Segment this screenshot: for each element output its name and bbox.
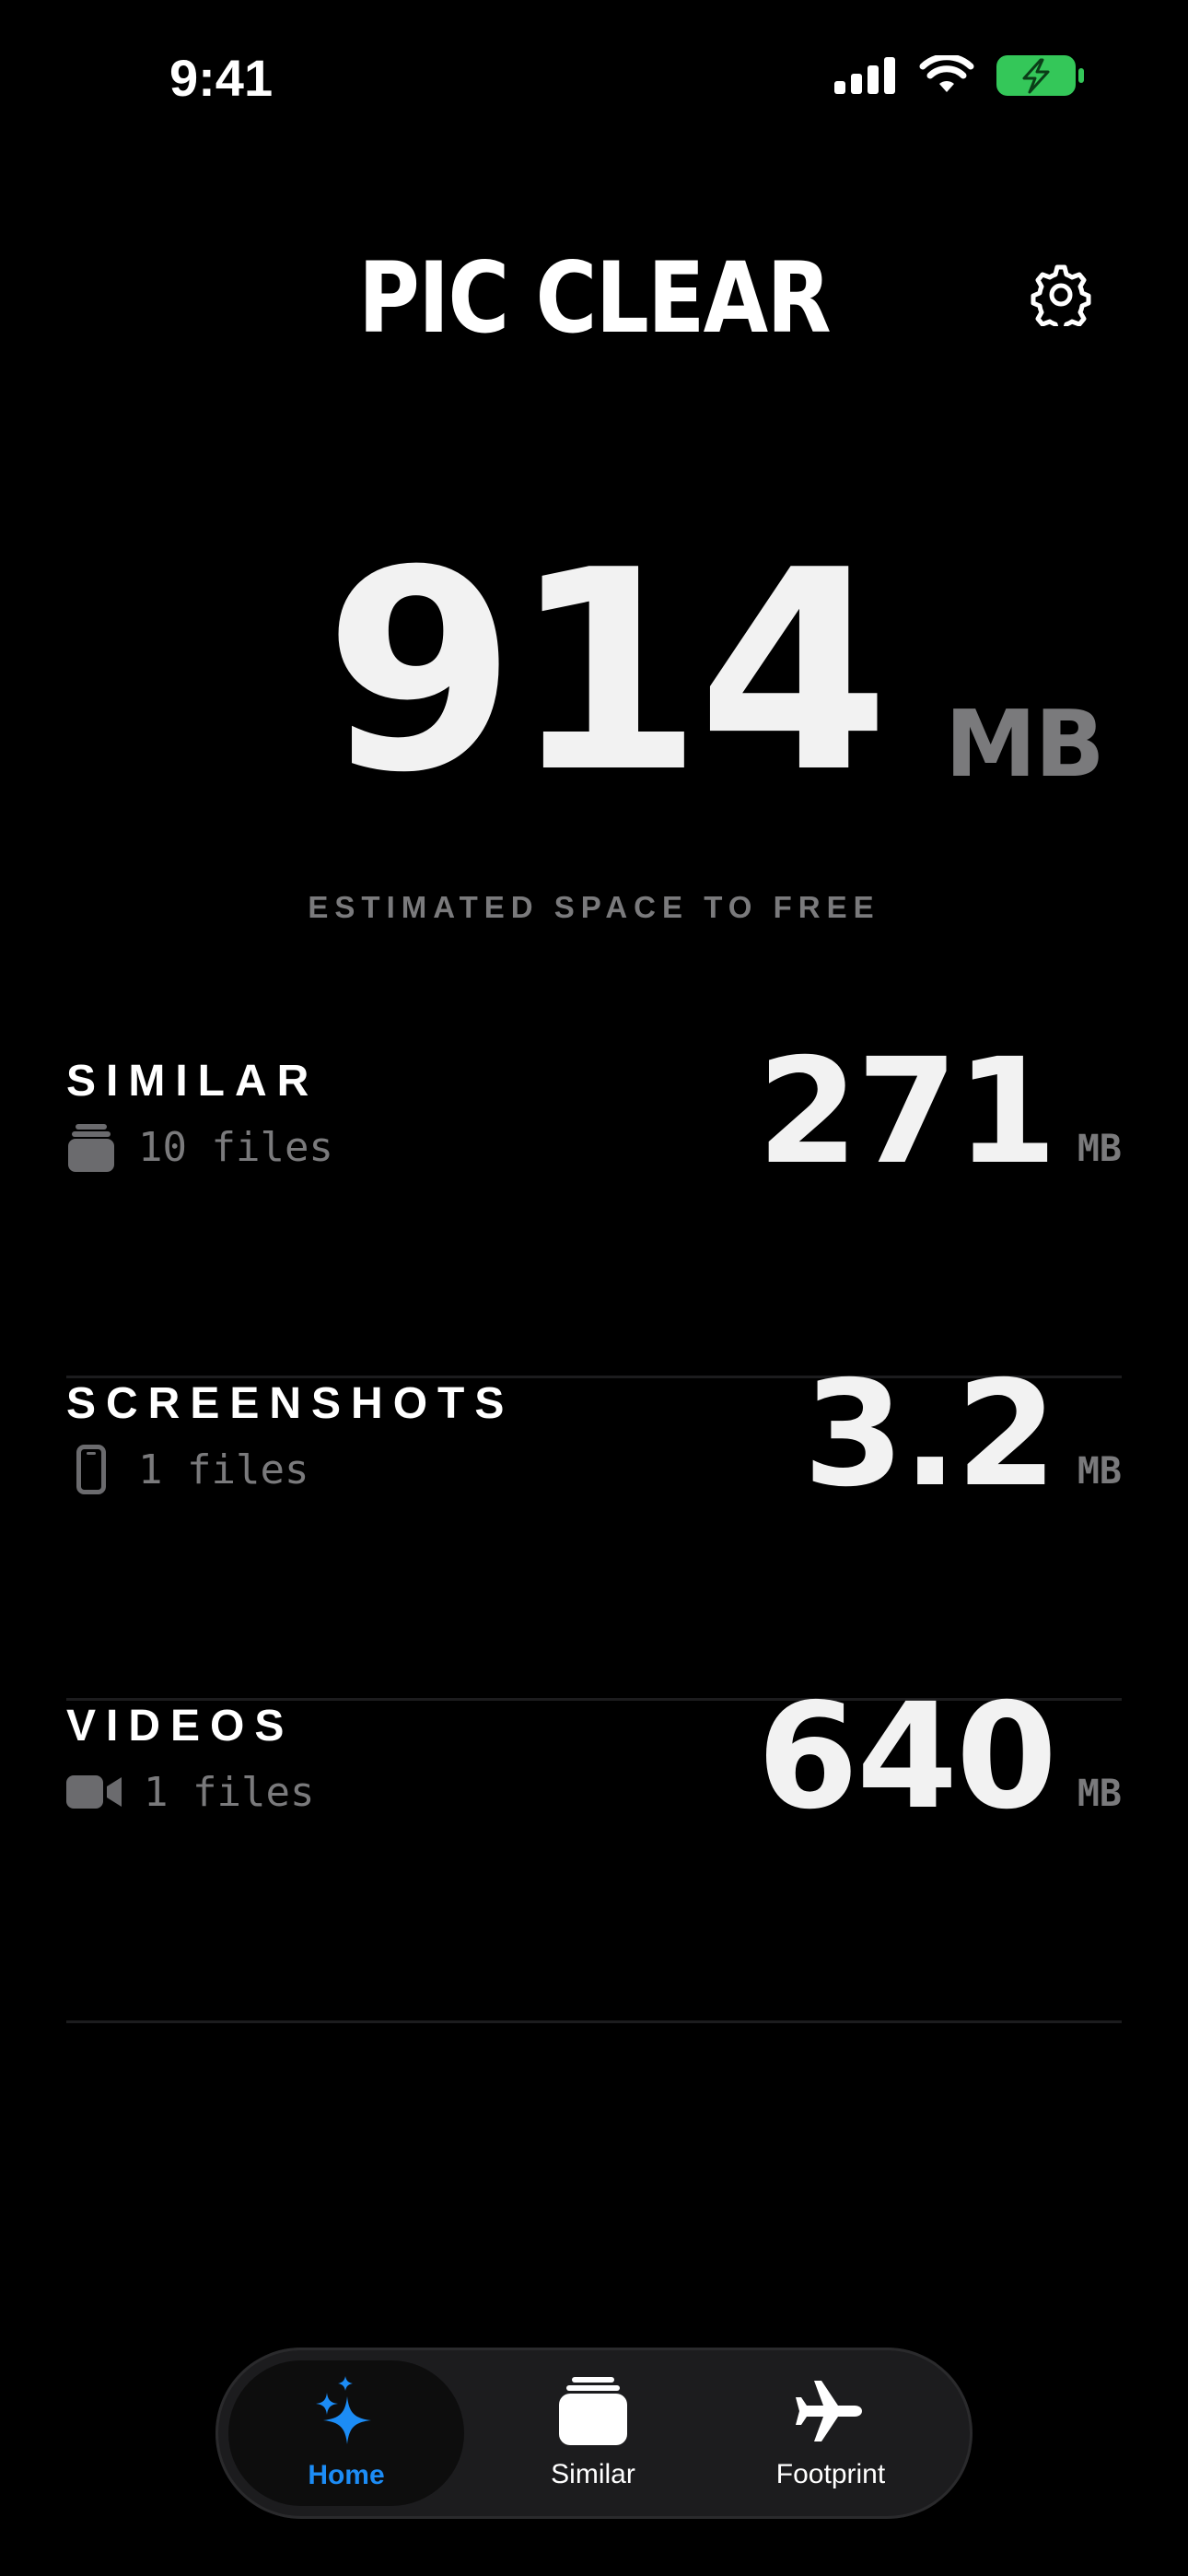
category-count-label: 10 files [138,1123,333,1171]
tab-footprint[interactable]: Footprint [713,2360,949,2506]
category-size-unit: MB [1077,1773,1122,1815]
tab-similar[interactable]: Similar [475,2360,711,2506]
category-size-value: 271 [757,1027,1057,1197]
row-divider [66,2020,1122,2023]
tab-bar: Home Similar Footprint [215,2348,973,2519]
total-space-caption: ESTIMATED SPACE TO FREE [308,890,880,924]
photo-stack-icon [559,2376,627,2450]
status-time: 9:41 [169,49,274,107]
category-file-count: 1 files [66,1767,314,1817]
app-title: PIC CLEAR [358,241,832,355]
category-title: SCREENSHOTS [66,1379,515,1428]
category-size-value: 640 [757,1672,1057,1842]
category-size-value: 3.2 [803,1350,1057,1519]
phone-icon [66,1445,116,1494]
tab-label: Footprint [775,2458,886,2489]
total-space-display: 914 MB [0,534,1188,811]
category-row-screenshots[interactable]: SCREENSHOTS 1 files 3.2 MB [66,1356,1122,1701]
tab-label: Similar [551,2458,635,2489]
airplane-icon [794,2377,868,2450]
settings-button[interactable] [1030,263,1092,334]
category-title: VIDEOS [66,1702,295,1751]
tab-home[interactable]: Home [228,2360,464,2506]
category-file-count: 10 files [66,1122,333,1172]
category-size-unit: MB [1077,1128,1122,1170]
category-count-label: 1 files [144,1768,315,1816]
category-file-count: 1 files [66,1445,309,1494]
tab-label: Home [308,2459,385,2490]
sparkles-icon [314,2375,379,2451]
gear-icon [1030,264,1092,334]
signal-icon [834,57,897,99]
category-count-label: 1 files [138,1446,309,1493]
category-row-videos[interactable]: VIDEOS 1 files 640 MB [66,1679,1122,2023]
wifi-icon [919,53,974,100]
total-space-unit: MB [945,690,1105,798]
total-space-value: 914 [324,511,890,833]
category-size-unit: MB [1077,1450,1122,1493]
category-row-similar[interactable]: SIMILAR 10 files 271 MB [66,1034,1122,1378]
photo-stack-icon [66,1122,116,1172]
category-title: SIMILAR [66,1057,320,1106]
video-camera-icon [66,1767,122,1817]
battery-icon [996,55,1085,100]
status-icons [834,53,1085,100]
